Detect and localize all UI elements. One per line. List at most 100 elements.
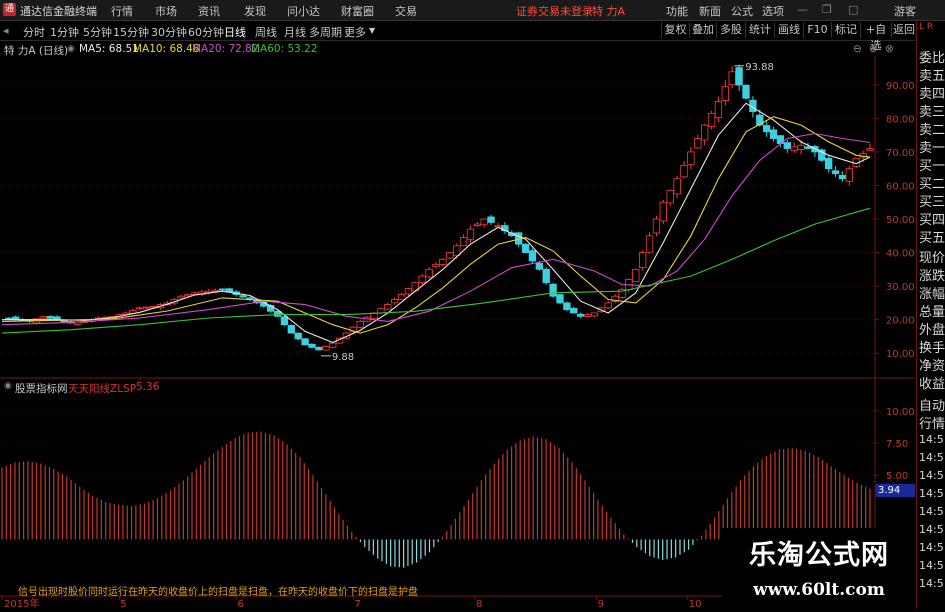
candle-up	[397, 294, 406, 301]
side-panel-header: L R	[919, 22, 934, 32]
candle-up	[721, 86, 730, 101]
side-bid5: 买五	[919, 231, 945, 246]
candle-down	[742, 84, 750, 99]
ma-line-ma60	[1, 207, 871, 334]
candle-up	[494, 225, 502, 228]
side-time-4: 14:5	[919, 487, 944, 500]
side-time-6: 14:5	[919, 523, 944, 536]
side-time-1: 14:5	[919, 433, 944, 446]
candle-up	[356, 320, 364, 328]
candle-up	[177, 295, 185, 299]
candle-down	[576, 313, 585, 317]
indicator-description: 信号出现时股价同时运行在昨天的收盘价上的扫盘是扫盘，在昨天的收盘价下的扫盘是护盘	[18, 587, 418, 598]
candle-down	[301, 338, 309, 346]
candle-up	[632, 268, 640, 282]
watermark-logo: 乐淘公式网 www.60lt.com	[722, 528, 916, 609]
candle-down	[5, 317, 13, 320]
ma-line-ma10	[1, 116, 871, 334]
side-time-8: 14:5	[919, 559, 944, 572]
chart-canvas[interactable]: 90.00 80.00 70.00 60.00 50.00 40.00 30.00 20.00…	[0, 0, 915, 609]
candle-up	[797, 144, 805, 150]
candle-up	[845, 168, 854, 182]
candle-up	[638, 252, 647, 269]
date-tick-label: 9	[598, 599, 604, 609]
candle-down	[12, 316, 20, 320]
candle-up	[480, 218, 488, 225]
candle-down	[60, 320, 68, 323]
price-tick-label: 60.00	[886, 181, 915, 192]
candle-up	[790, 146, 798, 152]
candle-down	[570, 308, 578, 314]
candle-up	[136, 307, 144, 310]
candle-up	[322, 346, 330, 351]
sub-source-label: 股票指标网	[15, 383, 68, 395]
candle-up	[459, 237, 468, 247]
low-price-label: 9.88	[332, 352, 354, 363]
price-tick-label: 10.00	[886, 349, 915, 360]
candle-up	[425, 268, 433, 278]
candle-up	[604, 302, 612, 309]
candle-down	[239, 295, 247, 298]
side-xianjia: 现价	[919, 251, 945, 266]
candle-up	[384, 304, 392, 310]
side-zhangfu: 涨幅	[919, 287, 945, 302]
sub-settings-icon[interactable]: ◉	[4, 381, 12, 391]
date-tick-label: 10	[689, 599, 702, 609]
date-tick-label: 7	[355, 599, 361, 609]
moving-average-lines	[1, 102, 871, 344]
sub-indicator-grid	[0, 410, 875, 476]
candle-down	[769, 129, 778, 139]
candle-up	[473, 223, 482, 226]
quote-side-panel: L R 委比 卖五 卖四 卖三 卖二 卖一 买一 买二 买三 买四 买五 现价 …	[916, 21, 945, 609]
candle-up	[694, 138, 702, 149]
candle-up	[377, 308, 385, 314]
candle-up	[652, 218, 661, 234]
candle-up	[404, 288, 413, 295]
candle-down	[542, 268, 550, 284]
side-jingzi: 净资	[919, 359, 945, 374]
candle-down	[315, 346, 323, 351]
candle-up	[700, 124, 709, 141]
candle-up	[866, 148, 874, 151]
candle-down	[308, 343, 316, 348]
candle-down	[549, 283, 557, 297]
watermark-logo-image: 乐淘公式网 www.60lt.com	[749, 540, 888, 600]
candle-down	[804, 146, 812, 149]
date-tick-label: 5	[120, 599, 126, 609]
candle-up	[446, 252, 454, 259]
main-price-ticks: 90.00 80.00 70.00 60.00 50.00 40.00 30.00 20.00…	[875, 81, 915, 360]
candle-down	[287, 325, 296, 334]
candle-up	[590, 312, 599, 317]
date-tick-label: 2015年	[4, 597, 39, 609]
candle-down	[556, 294, 564, 304]
price-tick-label: 70.00	[886, 148, 915, 159]
side-ask4: 卖四	[919, 87, 945, 102]
side-bid1: 买一	[919, 159, 945, 174]
side-huanshou: 换手	[919, 341, 945, 356]
candle-up	[659, 201, 668, 222]
side-time-7: 14:5	[919, 541, 944, 554]
sub-indicator-value: 5.36	[136, 381, 160, 393]
side-auto[interactable]: 自动	[919, 395, 945, 414]
candle-down	[487, 216, 495, 223]
high-price-label: 93.88	[745, 62, 774, 73]
candle-down	[831, 170, 840, 175]
side-bid4: 买四	[919, 213, 945, 228]
candle-up	[707, 112, 716, 127]
side-hangqing[interactable]: 行情	[919, 413, 945, 432]
candle-up	[714, 101, 723, 119]
sub-tick-label: 5.00	[886, 471, 908, 482]
candle-down	[563, 302, 571, 311]
side-zhangdie: 涨跌	[919, 269, 945, 284]
sub-tick-label: 7.50	[886, 439, 908, 450]
side-time-2: 14:5	[919, 451, 944, 464]
candle-up	[728, 71, 736, 86]
price-tick-label: 50.00	[886, 215, 915, 226]
side-waipan: 外盘	[919, 323, 945, 338]
sub-indicator-name[interactable]: 天天阳线ZLSP	[68, 381, 136, 396]
svg-text:www.60lt.com: www.60lt.com	[752, 580, 885, 600]
ma-line-ma20	[1, 132, 871, 326]
price-annotations: 93.88 9.88	[320, 62, 774, 363]
candle-up	[432, 263, 440, 268]
price-tick-label: 90.00	[886, 81, 915, 92]
